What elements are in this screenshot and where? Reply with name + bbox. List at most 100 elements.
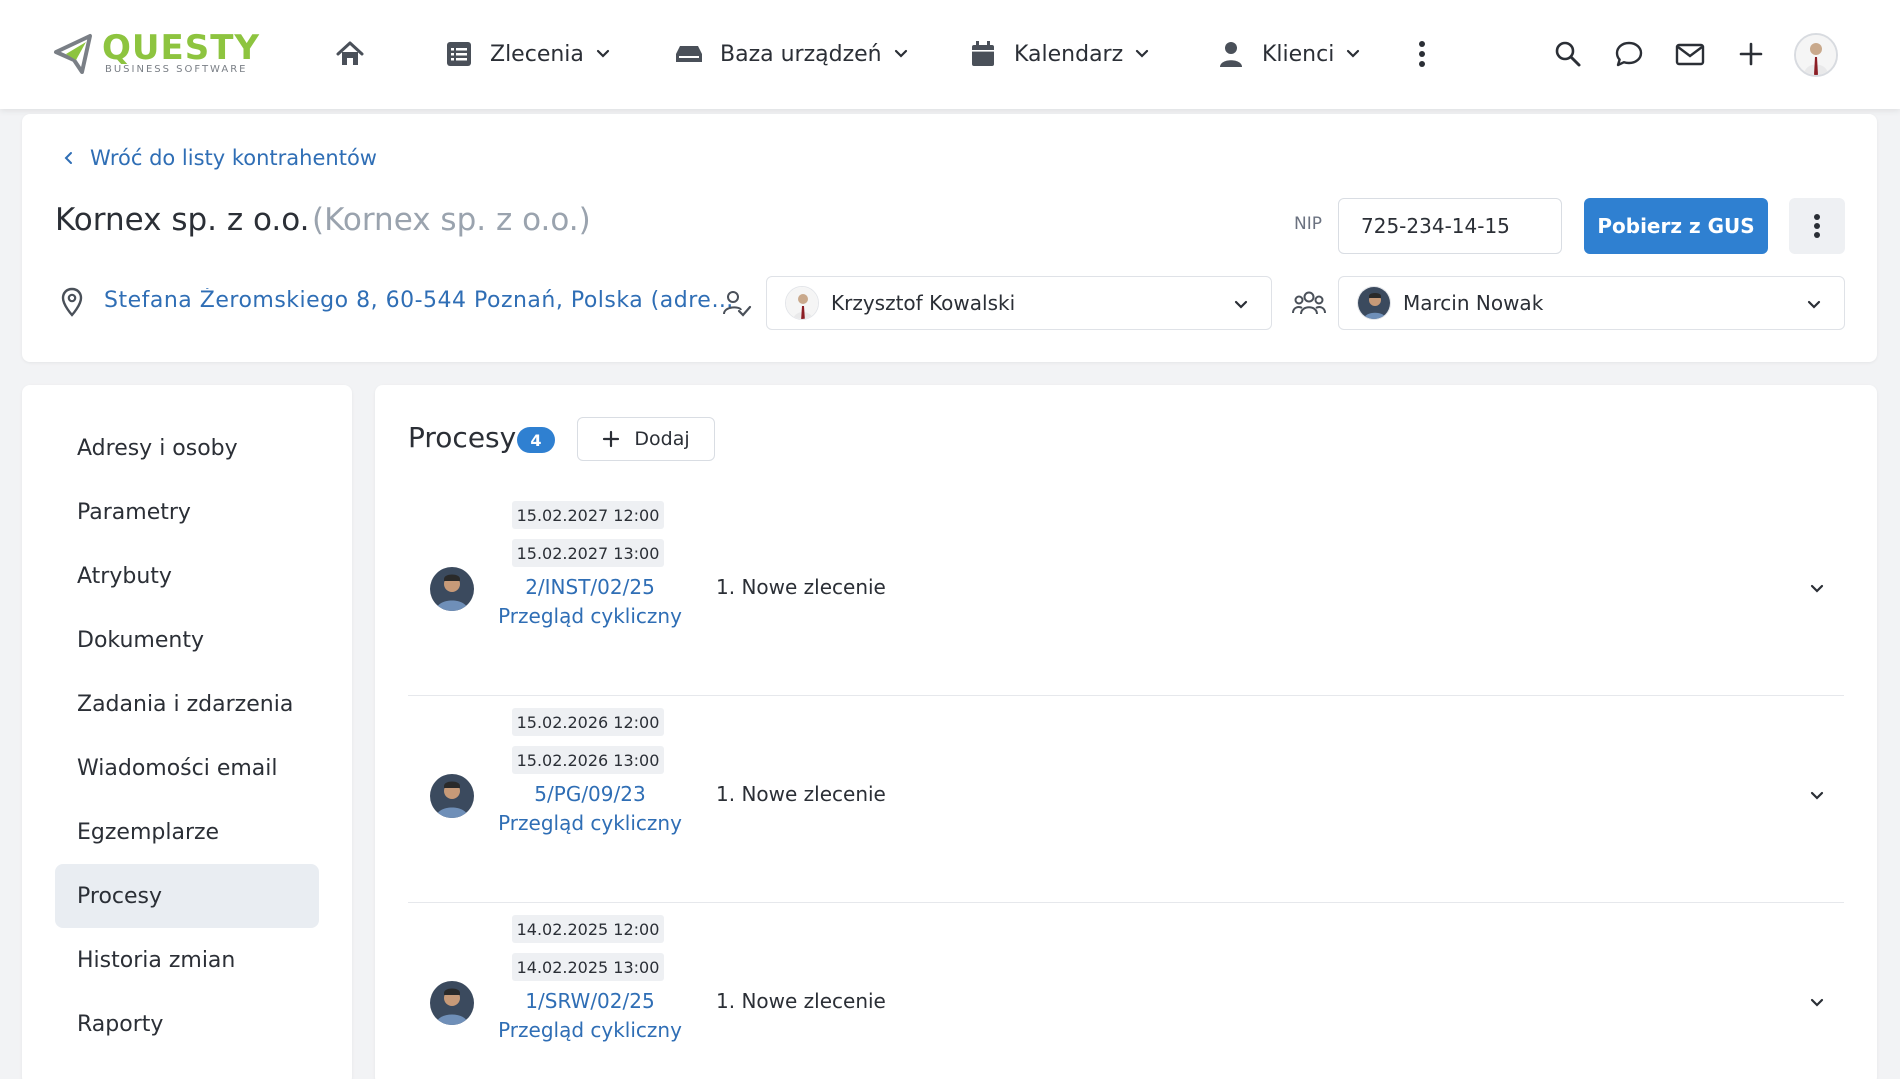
user-check-icon bbox=[723, 291, 752, 317]
contractor-sidebar: Adresy i osoby Parametry Atrybuty Dokume… bbox=[22, 385, 352, 1079]
questy-logo[interactable]: QUESTY BUSINESS SOFTWARE bbox=[52, 28, 292, 80]
header-more-button[interactable] bbox=[1789, 198, 1845, 254]
process-row[interactable]: 14.02.2025 12:00 14.02.2025 13:00 1/SRW/… bbox=[408, 903, 1844, 1079]
mail-icon[interactable] bbox=[1674, 38, 1706, 70]
sidebar-item-label: Raporty bbox=[77, 1011, 164, 1037]
chevron-left-icon bbox=[64, 152, 72, 164]
brand-name: QUESTY bbox=[102, 28, 261, 68]
sidebar-item-parametry[interactable]: Parametry bbox=[55, 480, 319, 544]
process-stage: 1. Nowe zlecenie bbox=[716, 989, 886, 1013]
top-navbar: QUESTY BUSINESS SOFTWARE Zlecenia Baza u… bbox=[0, 0, 1900, 109]
sidebar-item-label: Atrybuty bbox=[77, 563, 172, 589]
owner-select[interactable]: Krzysztof Kowalski bbox=[766, 276, 1272, 330]
user-icon bbox=[1216, 39, 1246, 69]
team-member-avatar bbox=[1357, 286, 1391, 320]
chevron-down-icon[interactable] bbox=[1809, 995, 1825, 1011]
sidebar-item-label: Dokumenty bbox=[77, 627, 204, 653]
count-badge: 4 bbox=[517, 427, 555, 453]
location-pin-icon bbox=[61, 287, 83, 317]
sidebar-item-adresy[interactable]: Adresy i osoby bbox=[55, 416, 319, 480]
start-date: 15.02.2027 12:00 bbox=[512, 501, 664, 529]
nav-kalendarz-label: Kalendarz bbox=[1014, 41, 1124, 67]
chevron-down-icon bbox=[1807, 300, 1821, 309]
process-number-link[interactable]: 2/INST/02/25 bbox=[468, 575, 712, 599]
more-vertical-icon[interactable] bbox=[1412, 38, 1432, 70]
processes-panel: Procesy 4 Dodaj 15.02.2027 12:00 15.02.2… bbox=[375, 385, 1877, 1079]
process-type: Przegląd cykliczny bbox=[498, 604, 682, 628]
sidebar-item-egzemplarze[interactable]: Egzemplarze bbox=[55, 800, 319, 864]
process-row[interactable]: 15.02.2027 12:00 15.02.2027 13:00 2/INST… bbox=[408, 489, 1844, 696]
nav-klienci-label: Klienci bbox=[1262, 41, 1335, 67]
questy-logo-mark-icon bbox=[54, 34, 92, 74]
more-vertical-icon bbox=[1814, 214, 1820, 238]
calendar-icon bbox=[968, 39, 998, 69]
plus-icon bbox=[603, 430, 620, 448]
sidebar-item-label: Historia zmian bbox=[77, 947, 236, 973]
owner-name: Krzysztof Kowalski bbox=[831, 291, 1016, 315]
plus-icon[interactable] bbox=[1735, 38, 1767, 70]
contractor-header: Wróć do listy kontrahentów Kornex sp. z … bbox=[22, 114, 1877, 362]
search-icon[interactable] bbox=[1552, 38, 1584, 70]
process-row[interactable]: 15.02.2026 12:00 15.02.2026 13:00 5/PG/0… bbox=[408, 696, 1844, 903]
end-date: 15.02.2027 13:00 bbox=[512, 539, 664, 567]
company-address-link[interactable]: Stefana Żeromskiego 8, 60-544 Poznań, Po… bbox=[104, 288, 744, 313]
team-member-select[interactable]: Marcin Nowak bbox=[1338, 276, 1845, 330]
process-type: Przegląd cykliczny bbox=[498, 1018, 682, 1042]
chevron-down-icon[interactable] bbox=[1809, 788, 1825, 804]
process-stage: 1. Nowe zlecenie bbox=[716, 782, 886, 806]
nav-zlecenia[interactable]: Zlecenia bbox=[444, 34, 610, 74]
process-type: Przegląd cykliczny bbox=[498, 811, 682, 835]
chevron-down-icon bbox=[1136, 49, 1149, 58]
sidebar-item-email[interactable]: Wiadomości email bbox=[55, 736, 319, 800]
list-icon bbox=[444, 39, 474, 69]
end-date: 15.02.2026 13:00 bbox=[512, 746, 664, 774]
brand-tagline: BUSINESS SOFTWARE bbox=[105, 64, 248, 75]
company-name: Kornex sp. z o.o. bbox=[55, 202, 310, 238]
process-stage: 1. Nowe zlecenie bbox=[716, 575, 886, 599]
end-date: 14.02.2025 13:00 bbox=[512, 953, 664, 981]
start-date: 15.02.2026 12:00 bbox=[512, 708, 664, 736]
team-member-name: Marcin Nowak bbox=[1403, 291, 1544, 315]
chevron-down-icon bbox=[596, 49, 609, 58]
team-icon bbox=[1292, 291, 1326, 315]
nip-label: NIP bbox=[1294, 214, 1322, 234]
nav-klienci[interactable]: Klienci bbox=[1216, 34, 1360, 74]
fetch-gus-button[interactable]: Pobierz z GUS bbox=[1584, 198, 1768, 254]
sidebar-item-label: Wiadomości email bbox=[77, 755, 278, 781]
chevron-down-icon bbox=[1234, 300, 1248, 309]
sidebar-item-raporty[interactable]: Raporty bbox=[55, 992, 319, 1056]
section-title: Procesy bbox=[408, 421, 517, 454]
nip-input[interactable] bbox=[1338, 198, 1562, 254]
company-alt-name: (Kornex sp. z o.o.) bbox=[312, 202, 591, 238]
sidebar-item-historia[interactable]: Historia zmian bbox=[55, 928, 319, 992]
user-avatar[interactable] bbox=[1794, 33, 1838, 77]
start-date: 14.02.2025 12:00 bbox=[512, 915, 664, 943]
chat-icon[interactable] bbox=[1613, 38, 1645, 70]
nav-baza-urzadzen[interactable]: Baza urządzeń bbox=[674, 34, 908, 74]
sidebar-item-zadania[interactable]: Zadania i zdarzenia bbox=[55, 672, 319, 736]
sidebar-item-label: Egzemplarze bbox=[77, 819, 220, 845]
device-icon bbox=[674, 39, 704, 69]
chevron-down-icon bbox=[1347, 49, 1360, 58]
add-button-label: Dodaj bbox=[634, 428, 690, 450]
process-number-link[interactable]: 1/SRW/02/25 bbox=[468, 989, 712, 1013]
nav-baza-label: Baza urządzeń bbox=[720, 41, 882, 67]
nav-zlecenia-label: Zlecenia bbox=[490, 41, 584, 67]
home-icon[interactable] bbox=[334, 38, 366, 70]
owner-avatar bbox=[785, 286, 819, 320]
add-process-button[interactable]: Dodaj bbox=[577, 417, 715, 461]
process-number-link[interactable]: 5/PG/09/23 bbox=[468, 782, 712, 806]
sidebar-item-atrybuty[interactable]: Atrybuty bbox=[55, 544, 319, 608]
sidebar-item-label: Procesy bbox=[77, 883, 163, 909]
user-avatar-icon bbox=[1796, 35, 1836, 75]
sidebar-item-label: Adresy i osoby bbox=[77, 435, 238, 461]
back-to-list-link[interactable]: Wróć do listy kontrahentów bbox=[62, 146, 377, 170]
sidebar-item-procesy[interactable]: Procesy bbox=[55, 864, 319, 928]
chevron-down-icon bbox=[894, 49, 907, 58]
sidebar-item-label: Zadania i zdarzenia bbox=[77, 691, 294, 717]
back-link-label: Wróć do listy kontrahentów bbox=[90, 146, 377, 170]
sidebar-item-dokumenty[interactable]: Dokumenty bbox=[55, 608, 319, 672]
nav-kalendarz[interactable]: Kalendarz bbox=[968, 34, 1149, 74]
sidebar-item-label: Parametry bbox=[77, 499, 191, 525]
chevron-down-icon[interactable] bbox=[1809, 581, 1825, 597]
